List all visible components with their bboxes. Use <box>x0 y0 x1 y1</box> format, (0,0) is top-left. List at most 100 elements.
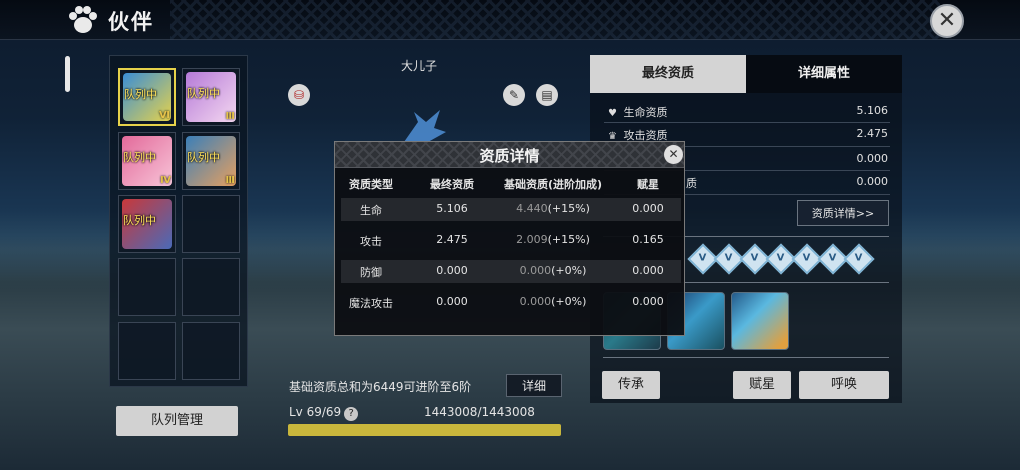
star-quality: 0.000 <box>632 264 664 277</box>
close-icon: ✕ <box>937 8 957 33</box>
star-button[interactable]: 赋星 <box>733 371 791 399</box>
stat-value: 2.475 <box>856 127 889 140</box>
dismiss-partner-button[interactable]: ⛁ <box>288 84 310 106</box>
stat-value: 0.000 <box>856 175 889 188</box>
book-icon: ▤ <box>541 88 553 102</box>
level-label: Lv 69/69? <box>289 405 359 421</box>
partner-slot[interactable]: 队列中 Ⅵ <box>118 68 176 126</box>
partner-slot[interactable]: 队列中 Ⅲ <box>182 68 240 126</box>
advance-bonus: (+0%) <box>551 295 587 308</box>
paw-icon <box>69 6 97 33</box>
rank-badge: Ⅲ <box>225 175 235 186</box>
base-quality: 0.000(+0%) <box>491 264 615 277</box>
in-queue-tag: 队列中 <box>124 88 157 101</box>
modal-close-button[interactable]: ✕ <box>664 145 683 164</box>
table-row: 防御 0.000 0.000(+0%) 0.000 <box>341 260 681 283</box>
in-queue-tag: 队列中 <box>123 214 156 227</box>
base-quality: 2.009(+15%) <box>491 233 615 246</box>
tab-detail-attributes[interactable]: 详细属性 <box>746 55 902 93</box>
table-header-row: 资质类型 最终资质 基础资质(进阶加成) 赋星 <box>341 172 681 195</box>
top-bar: 伙伴 ✕ <box>0 0 1020 40</box>
partner-name: 大儿子 <box>401 59 438 73</box>
stat-value: 5.106 <box>856 104 889 117</box>
partner-slot[interactable]: 队列中 Ⅲ <box>182 132 240 190</box>
level-text: Lv 69/69 <box>289 405 342 419</box>
advance-bonus: (+15%) <box>547 202 590 215</box>
partner-slot[interactable]: 队列中 Ⅳ <box>118 132 176 190</box>
rank-badge: Ⅲ <box>225 111 235 122</box>
quality-detail-modal: 资质详情 ✕ 资质类型 最终资质 基础资质(进阶加成) 赋星 生命 5.106 4.… <box>334 141 685 336</box>
partner-slot[interactable]: 队列中 <box>118 195 176 253</box>
tab-final-quality[interactable]: 最终资质 <box>590 55 746 93</box>
close-icon: ✕ <box>668 147 679 161</box>
advance-bonus: (+15%) <box>547 233 590 246</box>
empty-slot[interactable] <box>182 195 240 253</box>
star-icon: V <box>843 243 875 275</box>
quality-type: 防御 <box>360 266 382 279</box>
base-value: 0.000 <box>519 264 552 277</box>
final-quality: 5.106 <box>436 202 468 215</box>
empty-slot[interactable] <box>182 258 240 316</box>
table-row: 魔法攻击 0.000 0.000(+0%) 0.000 <box>341 291 681 314</box>
stat-row: ♥ 生命资质 5.106 <box>608 104 888 120</box>
exp-bar-fill <box>288 424 561 436</box>
help-icon[interactable]: ? <box>344 407 359 421</box>
book-button[interactable]: ▤ <box>536 84 558 106</box>
in-queue-tag: 队列中 <box>187 87 220 100</box>
inherit-button[interactable]: 传承 <box>602 371 660 399</box>
empty-slot[interactable] <box>118 322 176 380</box>
quality-type: 攻击 <box>360 235 382 248</box>
advance-detail-button[interactable]: 详细 <box>506 374 562 397</box>
advance-bonus: (+0%) <box>551 264 587 277</box>
quality-type: 生命 <box>360 204 382 217</box>
heart-icon: ♥ <box>608 108 617 119</box>
skill-icon[interactable] <box>731 292 789 350</box>
modal-header: 资质详情 ✕ <box>335 142 684 168</box>
base-total-info: 基础资质总和为6449可进阶至6阶 <box>289 380 472 394</box>
quality-detail-button[interactable]: 资质详情>> <box>797 200 889 226</box>
table-row: 攻击 2.475 2.009(+15%) 0.165 <box>341 229 681 252</box>
page-title: 伙伴 <box>108 10 154 34</box>
base-quality: 0.000(+0%) <box>491 295 615 308</box>
star-quality: 0.000 <box>632 202 664 215</box>
stat-label: 生命资质 <box>623 106 668 119</box>
scrollbar[interactable] <box>65 56 70 92</box>
pencil-icon: ✎ <box>508 88 520 102</box>
exp-bar <box>288 424 561 436</box>
divider <box>604 122 890 123</box>
modal-title: 资质详情 <box>479 147 540 165</box>
close-button[interactable]: ✕ <box>930 4 964 38</box>
star-row: VVVVVVV <box>687 243 875 275</box>
final-quality: 2.475 <box>436 233 468 246</box>
empty-slot[interactable] <box>118 258 176 316</box>
star-quality: 0.165 <box>632 233 664 246</box>
column-header: 基础资质(进阶加成) <box>503 178 603 191</box>
in-queue-tag: 队列中 <box>123 151 156 164</box>
base-quality: 4.440(+15%) <box>491 202 615 215</box>
exp-text: 1443008/1443008 <box>424 405 535 419</box>
rename-button[interactable]: ✎ <box>503 84 525 106</box>
table-row: 生命 5.106 4.440(+15%) 0.000 <box>341 198 681 221</box>
in-queue-tag: 队列中 <box>187 151 220 164</box>
stat-value: 0.000 <box>856 152 889 165</box>
header-pattern <box>170 0 940 40</box>
partner-model-wing <box>404 110 446 142</box>
base-value: 4.440 <box>516 202 548 215</box>
final-quality: 0.000 <box>436 295 468 308</box>
column-header: 赋星 <box>637 178 659 191</box>
empty-slot[interactable] <box>182 322 240 380</box>
final-quality: 0.000 <box>436 264 468 277</box>
basket-icon: ⛁ <box>293 88 305 102</box>
summon-button[interactable]: 呼唤 <box>799 371 889 399</box>
base-value: 0.000 <box>519 295 552 308</box>
divider <box>603 357 889 358</box>
rank-badge: Ⅳ <box>160 175 171 186</box>
column-header: 资质类型 <box>349 178 393 191</box>
column-header: 最终资质 <box>430 178 474 191</box>
quality-type: 魔法攻击 <box>349 297 393 310</box>
base-value: 2.009 <box>516 233 548 246</box>
rank-badge: Ⅵ <box>159 110 170 121</box>
queue-manage-button[interactable]: 队列管理 <box>116 406 238 436</box>
star-quality: 0.000 <box>632 295 664 308</box>
stat-label: 质 <box>686 177 697 190</box>
